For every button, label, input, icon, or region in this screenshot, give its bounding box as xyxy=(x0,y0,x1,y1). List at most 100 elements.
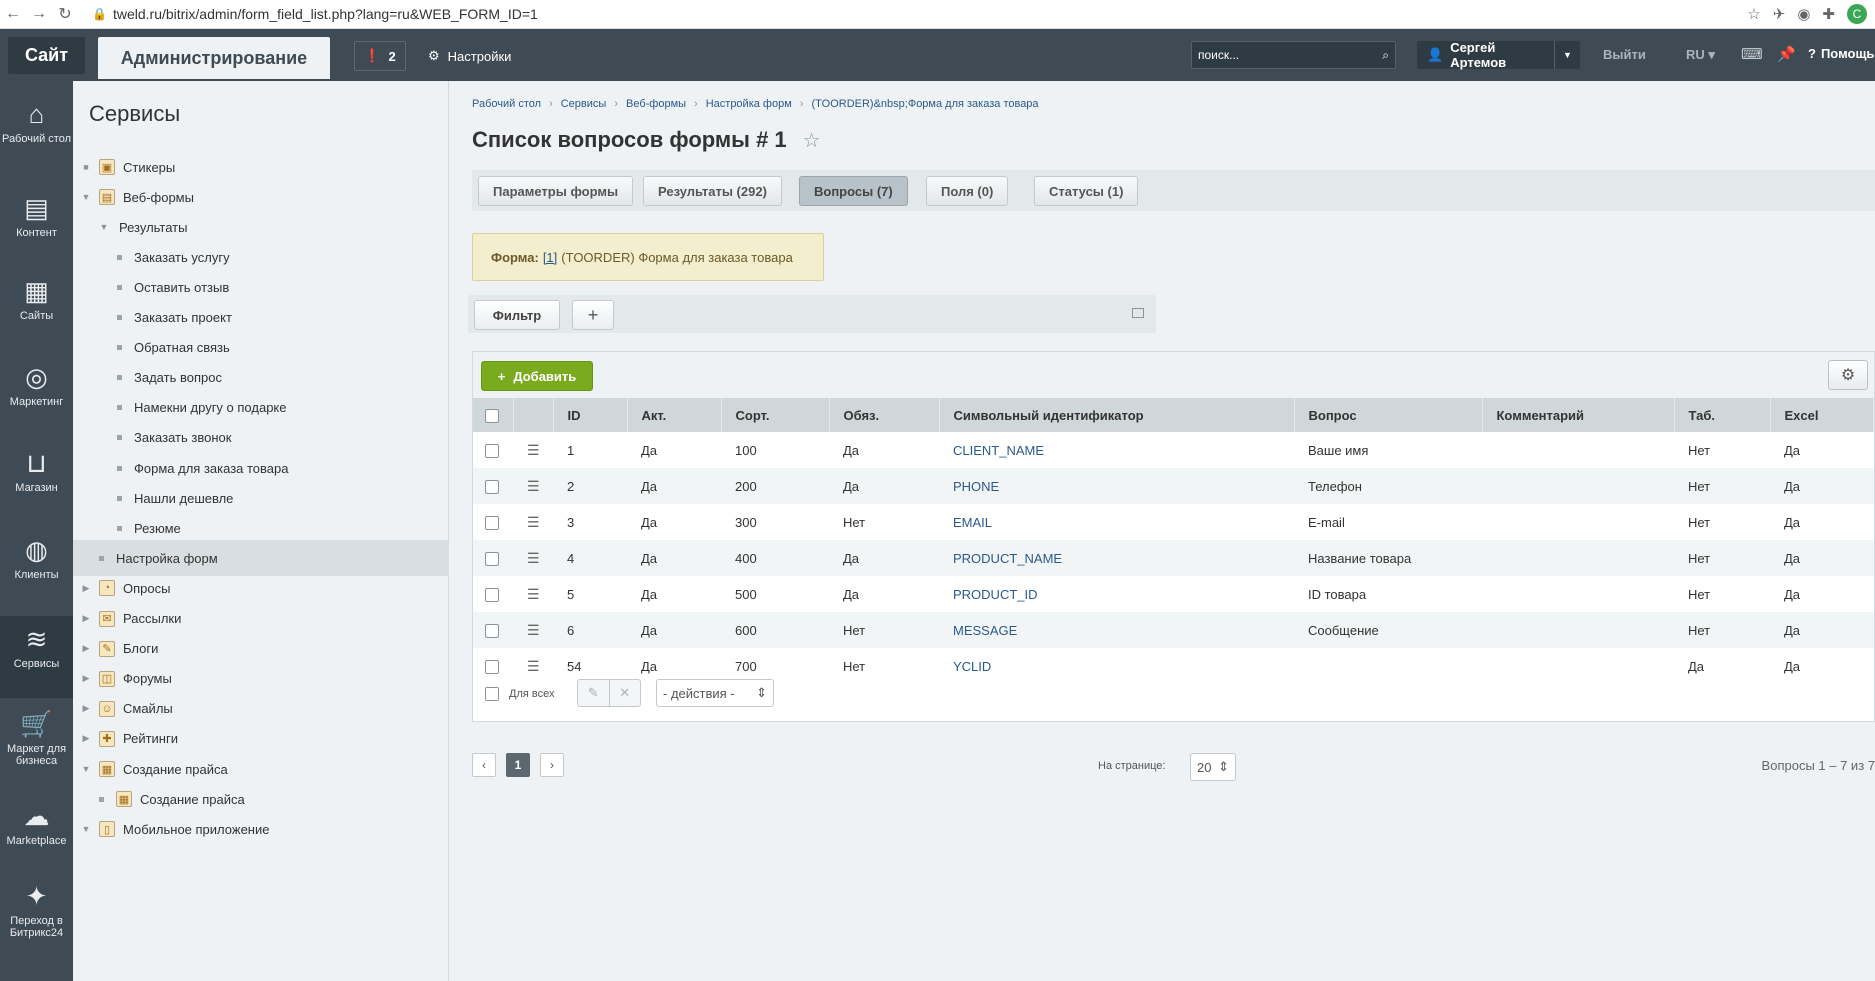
filter-button[interactable]: Фильтр xyxy=(474,300,560,330)
column-header[interactable]: Вопрос xyxy=(1294,398,1483,432)
breadcrumb-item[interactable]: Рабочий стол xyxy=(472,98,541,110)
table-row[interactable]: ☰ 1 Да 100 Да CLIENT_NAME Ваше имя Нет Да xyxy=(473,432,1874,468)
menu-desktop[interactable]: ⌂ Рабочий стол xyxy=(0,99,73,145)
hamburger-menu-icon[interactable]: ☰ xyxy=(527,658,540,674)
chevron-down-icon[interactable]: ▼ xyxy=(81,192,91,202)
reload-icon[interactable]: ↻ xyxy=(52,4,78,24)
cell-code[interactable]: MESSAGE xyxy=(939,612,1294,648)
tab-results[interactable]: Результаты (292) xyxy=(643,176,782,206)
search-icon[interactable]: ⌕ xyxy=(1382,48,1389,63)
table-row[interactable]: ☰ 2 Да 200 Да PHONE Телефон Нет Да xyxy=(473,468,1874,504)
column-header[interactable]: ID xyxy=(553,398,628,432)
breadcrumb-item[interactable]: Настройка форм xyxy=(706,98,792,110)
cell-code[interactable]: CLIENT_NAME xyxy=(939,432,1294,468)
next-page-button[interactable]: › xyxy=(540,753,564,777)
column-header[interactable]: Сорт. xyxy=(721,398,830,432)
favorite-star-icon[interactable]: ☆ xyxy=(803,128,821,153)
page-current[interactable]: 1 xyxy=(506,753,530,777)
keyboard-icon[interactable]: ⌨ xyxy=(1741,45,1763,63)
cell-code[interactable]: PRODUCT_NAME xyxy=(939,540,1294,576)
menu-sites[interactable]: ▦ Сайты xyxy=(0,276,73,322)
chevron-down-icon[interactable]: ▼ xyxy=(81,764,91,774)
breadcrumb-item[interactable]: (TOORDER)&nbsp;Форма для заказа товара xyxy=(811,98,1038,110)
language-select[interactable]: RU ▾ xyxy=(1686,47,1715,63)
column-header[interactable]: Обяз. xyxy=(829,398,940,432)
select-all-checkbox[interactable] xyxy=(485,408,499,423)
bookmark-star-icon[interactable]: ☆ xyxy=(1747,5,1760,23)
menu-services[interactable]: ≋ Сервисы xyxy=(0,616,73,698)
tab-fields[interactable]: Поля (0) xyxy=(926,176,1009,206)
row-checkbox[interactable] xyxy=(485,479,499,494)
hamburger-menu-icon[interactable]: ☰ xyxy=(527,550,540,566)
camera-icon[interactable]: ◉ xyxy=(1797,5,1810,23)
column-header[interactable]: Акт. xyxy=(627,398,722,432)
chevron-down-icon[interactable]: ▼ xyxy=(81,824,91,834)
back-icon[interactable]: ← xyxy=(0,5,26,23)
settings-button[interactable]: ⚙ Настройки xyxy=(428,41,511,71)
cell-code[interactable]: EMAIL xyxy=(939,504,1294,540)
menu-shop[interactable]: ⊔ Магазин xyxy=(0,448,73,494)
chevron-down-icon[interactable]: ▼ xyxy=(1554,41,1580,69)
bullet-icon[interactable]: ■ xyxy=(81,162,91,172)
table-row[interactable]: ☰ 6 Да 600 Нет MESSAGE Сообщение Нет Да xyxy=(473,612,1874,648)
row-checkbox[interactable] xyxy=(485,623,499,638)
chevron-right-icon[interactable]: ▶ xyxy=(81,673,91,684)
notifications-button[interactable]: ❗ 2 xyxy=(354,41,406,71)
grid-settings-button[interactable]: ⚙ xyxy=(1828,360,1868,390)
chevron-right-icon[interactable]: ▶ xyxy=(81,703,91,714)
hamburger-menu-icon[interactable]: ☰ xyxy=(527,514,540,530)
form-note-link[interactable]: [1] xyxy=(543,250,557,265)
table-row[interactable]: ☰ 4 Да 400 Да PRODUCT_NAME Название товара Нет Д… xyxy=(473,540,1874,576)
menu-bitrix24[interactable]: ✦ Переход в Битрикс24 xyxy=(0,881,73,939)
menu-clients[interactable]: ◍ Клиенты xyxy=(0,535,73,581)
chevron-down-icon[interactable]: ▼ xyxy=(99,222,109,232)
address-bar[interactable]: 🔒 tweld.ru/bitrix/admin/form_field_list.… xyxy=(92,6,538,22)
per-page-select[interactable]: 20 ⇕ xyxy=(1190,753,1236,781)
site-tab[interactable]: Сайт xyxy=(8,37,85,74)
tab-questions[interactable]: Вопросы (7) xyxy=(799,176,908,206)
menu-marketplace[interactable]: ☁ Marketplace xyxy=(0,801,73,847)
prev-page-button[interactable]: ‹ xyxy=(472,753,496,777)
table-row[interactable]: ☰ 5 Да 500 Да PRODUCT_ID ID товара Нет Да xyxy=(473,576,1874,612)
search-field[interactable]: поиск... ⌕ xyxy=(1191,41,1396,69)
pin-icon[interactable]: 📌 xyxy=(1777,45,1796,63)
table-row[interactable]: ☰ 3 Да 300 Нет EMAIL E-mail Нет Да xyxy=(473,504,1874,540)
tab-statuses[interactable]: Статусы (1) xyxy=(1034,176,1139,206)
breadcrumb-item[interactable]: Веб-формы xyxy=(626,98,686,110)
url-text[interactable]: tweld.ru/bitrix/admin/form_field_list.ph… xyxy=(113,6,538,22)
menu-content[interactable]: ▤ Контент xyxy=(0,193,73,239)
chevron-right-icon[interactable]: ▶ xyxy=(81,733,91,744)
column-header[interactable]: Комментарий xyxy=(1482,398,1675,432)
row-checkbox[interactable] xyxy=(485,587,499,602)
hamburger-menu-icon[interactable]: ☰ xyxy=(527,442,540,458)
row-checkbox[interactable] xyxy=(485,515,499,530)
actions-select[interactable]: - действия - ⇕ xyxy=(656,679,774,707)
hamburger-menu-icon[interactable]: ☰ xyxy=(527,622,540,638)
help-button[interactable]: ? Помощь xyxy=(1808,46,1874,61)
profile-avatar[interactable]: C xyxy=(1847,4,1867,24)
chevron-right-icon[interactable]: ▶ xyxy=(81,613,91,624)
breadcrumb-item[interactable]: Сервисы xyxy=(561,98,607,110)
chevron-right-icon[interactable]: ▶ xyxy=(81,643,91,654)
puzzle-icon[interactable]: ✚ xyxy=(1822,5,1835,23)
row-checkbox[interactable] xyxy=(485,659,499,674)
extension-icon[interactable]: ✈ xyxy=(1773,5,1786,23)
delete-x-icon[interactable]: ✕ xyxy=(610,680,641,706)
row-checkbox[interactable] xyxy=(485,443,499,458)
hamburger-menu-icon[interactable]: ☰ xyxy=(527,586,540,602)
cell-code[interactable]: PHONE xyxy=(939,468,1294,504)
menu-marketing[interactable]: ◎ Маркетинг xyxy=(0,362,73,408)
for-all-checkbox[interactable] xyxy=(485,687,499,701)
forward-icon[interactable]: → xyxy=(26,5,52,23)
edit-pencil-icon[interactable]: ✎ xyxy=(578,680,610,706)
cell-code[interactable]: PRODUCT_ID xyxy=(939,576,1294,612)
user-menu[interactable]: 👤 Сергей Артемов ▼ xyxy=(1417,40,1580,70)
filter-add-button[interactable]: + xyxy=(572,300,614,330)
tree-item[interactable]: ▼ ▯ Мобильное приложение xyxy=(73,811,449,847)
menu-market-business[interactable]: 🛒 Маркет для бизнеса xyxy=(0,709,73,767)
user-name[interactable]: Сергей Артемов xyxy=(1450,40,1554,70)
tab-form-params[interactable]: Параметры формы xyxy=(478,176,634,206)
hamburger-menu-icon[interactable]: ☰ xyxy=(527,478,540,494)
chevron-right-icon[interactable]: ▶ xyxy=(81,583,91,594)
search-input[interactable]: поиск... xyxy=(1198,48,1239,62)
